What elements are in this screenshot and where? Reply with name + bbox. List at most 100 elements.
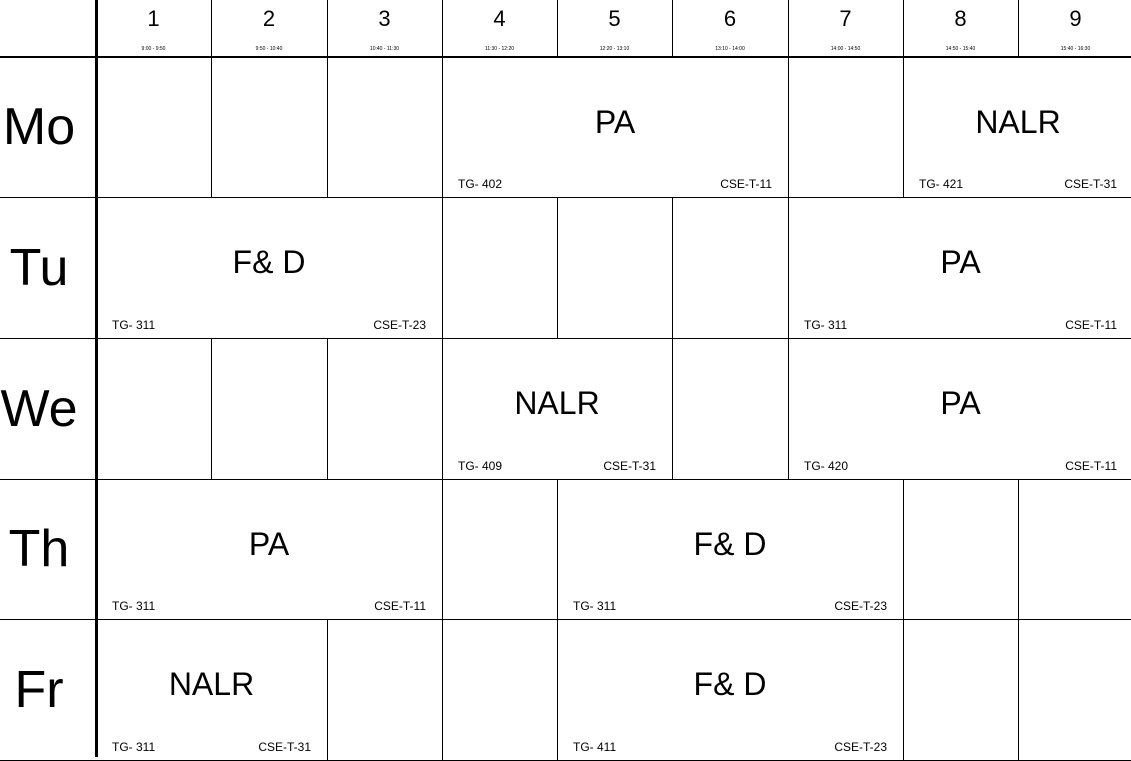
group-code: CSE-T-11: [374, 599, 426, 613]
empty-slot: [442, 479, 557, 619]
day-column-divider: [95, 0, 98, 757]
period-header: 8 14:50 - 15:40: [903, 0, 1018, 57]
subject-name: F& D: [232, 244, 306, 280]
day-label: Tu: [9, 238, 69, 297]
period-number: 2: [262, 6, 276, 31]
subject-name: NALR: [975, 104, 1061, 140]
header-divider: [442, 0, 443, 57]
period-time: 15:40 - 16:30: [1060, 46, 1091, 52]
header-divider: [211, 0, 212, 57]
period-number: 6: [723, 6, 737, 31]
period-header: 4 11:30 - 12:20: [442, 0, 557, 57]
room-code: TG- 311: [112, 740, 156, 754]
period-number: 7: [839, 6, 852, 31]
group-code: CSE-T-31: [258, 740, 311, 754]
group-code: CSE-T-23: [373, 318, 426, 332]
day-label: Th: [8, 520, 70, 578]
group-code: CSE-T-31: [603, 459, 656, 473]
subject-name: F& D: [693, 666, 767, 702]
period-header: 1 9:00 - 9:50: [96, 0, 211, 57]
day-label: Mo: [2, 98, 76, 156]
class-block: F& D TG- 411 CSE-T-23: [557, 619, 903, 760]
room-code: TG- 311: [804, 318, 848, 332]
empty-slot: [327, 57, 442, 197]
period-number: 1: [147, 6, 160, 31]
empty-slot: [903, 479, 1018, 619]
empty-slot: [557, 197, 672, 338]
empty-slot: [672, 338, 788, 479]
class-block: PA TG- 311 CSE-T-11: [96, 479, 442, 619]
class-block: NALR TG- 409 CSE-T-31: [442, 338, 672, 479]
period-time: 9:50 - 10:40: [255, 46, 283, 52]
header-divider: [672, 0, 673, 57]
period-time: 12:20 - 13:10: [599, 46, 630, 52]
empty-slot: [672, 197, 788, 338]
period-number: 5: [608, 6, 621, 31]
period-time: 10:40 - 11:30: [369, 46, 400, 52]
empty-slot: [788, 57, 903, 197]
group-code: CSE-T-11: [720, 177, 772, 191]
group-code: CSE-T-31: [1064, 177, 1117, 191]
class-block: NALR TG- 311 CSE-T-31: [96, 619, 327, 760]
period-time: 13:10 - 14:00: [715, 46, 745, 52]
subject-name: PA: [940, 244, 981, 280]
room-code: TG- 311: [112, 318, 156, 332]
empty-slot: [903, 619, 1018, 760]
room-code: TG- 311: [112, 599, 156, 613]
group-code: CSE-T-23: [834, 740, 887, 754]
subject-name: NALR: [168, 666, 255, 702]
room-code: TG- 420: [804, 459, 849, 473]
room-code: TG- 421: [919, 177, 964, 191]
day-label: Fr: [14, 660, 64, 719]
header-divider: [557, 0, 558, 57]
class-block: F& D TG- 311 CSE-T-23: [96, 197, 442, 338]
room-code: TG- 311: [573, 599, 617, 613]
subject-name: PA: [940, 385, 981, 421]
empty-slot: [1018, 619, 1131, 760]
empty-slot: [211, 57, 327, 197]
period-header: 2 9:50 - 10:40: [211, 0, 327, 57]
header-divider: [327, 0, 328, 57]
period-time: 14:50 - 15:40: [945, 46, 976, 52]
empty-slot: [211, 338, 327, 479]
day-label: We: [0, 379, 78, 438]
period-number: 3: [378, 6, 391, 31]
period-header: 9 15:40 - 16:30: [1018, 0, 1131, 57]
empty-slot: [96, 338, 211, 479]
subject-name: F& D: [693, 526, 767, 562]
header-bottom-rule: [0, 56, 1131, 58]
period-header: 7 14:00 - 14:50: [788, 0, 903, 57]
period-time: 14:00 - 14:50: [830, 46, 861, 52]
empty-slot: [442, 619, 557, 760]
subject-name: NALR: [514, 385, 600, 421]
group-code: CSE-T-11: [1065, 318, 1117, 332]
period-time: 9:00 - 9:50: [141, 46, 166, 52]
period-number: 8: [954, 6, 967, 31]
empty-slot: [96, 57, 211, 197]
empty-slot: [327, 338, 442, 479]
group-code: CSE-T-11: [1065, 459, 1117, 473]
period-header: 5 12:20 - 13:10: [557, 0, 672, 57]
subject-name: PA: [594, 104, 636, 140]
room-code: TG- 402: [458, 177, 503, 191]
room-code: TG- 411: [573, 740, 617, 754]
class-block: PA TG- 402 CSE-T-11: [442, 57, 788, 197]
class-block: PA TG- 420 CSE-T-11: [788, 338, 1131, 479]
header-divider: [788, 0, 789, 57]
empty-slot: [442, 197, 557, 338]
class-block: PA TG- 311 CSE-T-11: [788, 197, 1131, 338]
period-time: 11:30 - 12:20: [484, 46, 515, 52]
period-number: 4: [493, 6, 506, 31]
room-code: TG- 409: [458, 459, 503, 473]
period-header: 3 10:40 - 11:30: [327, 0, 442, 57]
timetable-grid: 1 9:00 - 9:50 2 9:50 - 10:40 3 10:40 - 11:30 4…: [0, 0, 1131, 761]
header-divider: [903, 0, 904, 57]
period-header: 6 13:10 - 14:00: [672, 0, 788, 57]
group-code: CSE-T-23: [834, 599, 887, 613]
period-number: 9: [1069, 6, 1082, 31]
class-block: NALR TG- 421 CSE-T-31: [903, 57, 1131, 197]
empty-slot: [327, 619, 442, 760]
empty-slot: [1018, 479, 1131, 619]
class-block: F& D TG- 311 CSE-T-23: [557, 479, 903, 619]
header-divider: [1018, 0, 1019, 57]
